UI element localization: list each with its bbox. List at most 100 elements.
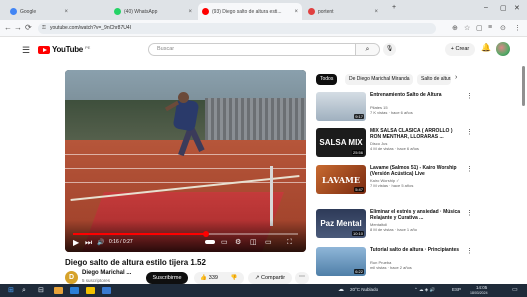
chrome-browser-icon[interactable] [86, 287, 95, 294]
dislike-button[interactable]: 👎 [231, 275, 238, 281]
edge-browser-icon[interactable] [70, 287, 79, 294]
chip-all[interactable]: Todos [316, 74, 338, 85]
browser-menu-icon[interactable]: ⋮ [514, 24, 521, 32]
recommendation-title[interactable]: Eliminar el estrés y ansiedad · Música R… [370, 209, 462, 221]
weather-text[interactable]: 20°C Nublado [350, 287, 378, 292]
recommendation-title[interactable]: Entrenamiento Salto de Altura [370, 92, 462, 98]
progress-scrubber-handle[interactable] [202, 231, 209, 237]
video-thumbnail[interactable]: SALSA MIX 25:56 [316, 128, 366, 157]
reading-list-icon[interactable]: ≡ [488, 24, 492, 31]
user-avatar[interactable] [496, 42, 510, 56]
chip-related-topic[interactable]: Salto de altura [417, 74, 451, 85]
close-tab-icon[interactable]: × [374, 9, 378, 15]
recommendation-title[interactable]: Lavame (Salmos 51) - Kairo Worship (Vers… [370, 165, 462, 177]
browser-tab-strip: Google × (40) WhatsApp × (93) Diego salt… [0, 0, 527, 20]
video-thumbnail[interactable]: 9:17 [316, 92, 366, 121]
menu-hamburger-icon[interactable]: ☰ [22, 45, 30, 56]
youtube-logo[interactable]: YouTube PE [38, 45, 90, 54]
recommendation-title[interactable]: Tutorial salto de altura · Principiantes [370, 247, 462, 253]
share-page-icon[interactable]: ⊕ [452, 24, 458, 32]
task-view-icon[interactable]: ⊟ [38, 286, 44, 295]
miniplayer-icon[interactable]: ◫ [250, 238, 257, 247]
recommendation-title[interactable]: MIX SALSA CLASICA ( ARROLLO ) RON MENTHA… [370, 128, 462, 140]
subscribe-button[interactable]: Suscribirme [146, 272, 188, 284]
site-info-icon[interactable]: ⚿ [42, 23, 46, 34]
youtube-play-logo-icon [38, 45, 50, 54]
more-options-icon[interactable]: ⋮ [466, 128, 473, 136]
recommendation-item[interactable]: 9:17 Entrenamiento Salto de Altura Pilat… [316, 92, 476, 126]
recommendation-item[interactable]: 6:22 Tutorial salto de altura · Principi… [316, 247, 476, 281]
like-count: 339 [208, 275, 218, 281]
new-tab-button[interactable]: + [392, 4, 396, 11]
theater-mode-icon[interactable]: ▭ [265, 238, 272, 247]
close-tab-icon[interactable]: × [188, 9, 192, 15]
profile-icon[interactable]: ⊙ [500, 24, 506, 32]
close-tab-icon[interactable]: × [294, 9, 298, 15]
close-window-button[interactable]: ✕ [514, 4, 520, 12]
autoplay-toggle[interactable] [205, 240, 215, 244]
video-player[interactable]: ▶ ⏭ 🔊 0:16 / 0:27 ▭ ⚙ ◫ ▭ ⛶ [65, 70, 306, 252]
input-language[interactable]: ESP [452, 287, 461, 292]
start-windows-icon[interactable]: ⊞ [8, 286, 14, 295]
file-explorer-icon[interactable] [54, 287, 63, 294]
video-duration: 5:47 [354, 187, 364, 192]
clock-time[interactable]: 14:05 [476, 285, 487, 290]
recommendation-item[interactable]: LAVAME 5:47 Lavame (Salmos 51) - Kairo W… [316, 165, 476, 199]
more-options-icon[interactable]: ⋮ [466, 165, 473, 173]
share-button[interactable]: ↗ Compartir [248, 272, 292, 284]
notifications-bell-icon[interactable]: 🔔 [481, 43, 491, 52]
time-display: 0:16 / 0:27 [109, 239, 133, 245]
close-tab-icon[interactable]: × [64, 9, 68, 15]
channel-avatar[interactable]: D [65, 271, 78, 284]
video-duration: 25:56 [351, 150, 364, 155]
taskbar-search-icon[interactable]: ⌕ [22, 286, 26, 295]
voice-search-icon[interactable]: 🎙 [383, 43, 396, 56]
store-app-icon[interactable] [102, 287, 111, 294]
search-input[interactable]: Buscar [148, 43, 356, 56]
tab-whatsapp[interactable]: (40) WhatsApp × [110, 3, 196, 20]
channel-name[interactable]: Diego Marichal ... [82, 270, 131, 276]
video-thumbnail[interactable]: Paz Mental 10:10 [316, 209, 366, 238]
recommendation-meta: 7 K vistas · hace 6 años [370, 110, 413, 115]
reload-button[interactable]: ⟳ [25, 23, 32, 32]
tab-youtube-video[interactable]: (93) Diego salto de altura esti... × [198, 3, 302, 20]
tab-google[interactable]: Google × [6, 3, 72, 20]
clock-date[interactable]: 18/03/2024 [470, 291, 488, 295]
next-video-button[interactable]: ⏭ [85, 238, 92, 247]
like-button[interactable]: 👍 339 [200, 275, 218, 281]
video-frame-stadium [205, 98, 306, 143]
address-bar[interactable]: ⚿ youtube.com/watch?v=_9nChr87U4I [38, 23, 436, 34]
chips-next-arrow-icon[interactable]: › [455, 74, 457, 81]
fullscreen-icon[interactable]: ⛶ [287, 238, 292, 247]
forward-button[interactable]: → [14, 23, 22, 32]
weather-icon[interactable]: ☁ [338, 286, 344, 295]
subtitles-icon[interactable]: ▭ [221, 238, 228, 247]
extensions-icon[interactable]: ▢ [476, 24, 483, 32]
system-tray-icons[interactable]: ⌃ ☁ ◈ 🔊 [414, 287, 435, 293]
video-thumbnail[interactable]: LAVAME 5:47 [316, 165, 366, 194]
tab-portent[interactable]: portent × [304, 3, 382, 20]
more-actions-button[interactable]: ⋯ [295, 272, 309, 284]
minimize-button[interactable]: – [484, 4, 488, 11]
back-button[interactable]: ← [4, 23, 12, 32]
search-button[interactable]: ⌕ [356, 43, 380, 56]
more-options-icon[interactable]: ⋮ [466, 92, 473, 100]
recommendation-item[interactable]: Paz Mental 10:10 Eliminar el estrés y an… [316, 209, 476, 243]
play-button[interactable]: ▶ [73, 238, 79, 247]
progress-bar[interactable] [73, 231, 298, 237]
like-dislike-group: 👍 339 👎 [194, 272, 244, 284]
recommendation-item[interactable]: SALSA MIX 25:56 MIX SALSA CLASICA ( ARRO… [316, 128, 476, 162]
os-taskbar: ⊞ ⌕ ⊟ ☁ 20°C Nublado ⌃ ☁ ◈ 🔊 ESP 14:05 1… [0, 284, 527, 297]
chip-from-channel[interactable]: De Diego Marichal Miranda [345, 74, 413, 85]
more-options-icon[interactable]: ⋮ [466, 209, 473, 217]
create-button[interactable]: + Crear [445, 43, 475, 56]
bookmark-star-icon[interactable]: ☆ [464, 24, 470, 32]
notifications-icon[interactable]: ▭ [512, 286, 518, 295]
maximize-button[interactable]: ▢ [500, 4, 507, 12]
settings-gear-icon[interactable]: ⚙ [235, 238, 241, 247]
athlete-head [178, 92, 189, 103]
volume-icon[interactable]: 🔊 [97, 239, 104, 248]
video-thumbnail[interactable]: 6:22 [316, 247, 366, 276]
more-options-icon[interactable]: ⋮ [466, 247, 473, 255]
page-scrollbar[interactable] [522, 66, 525, 106]
